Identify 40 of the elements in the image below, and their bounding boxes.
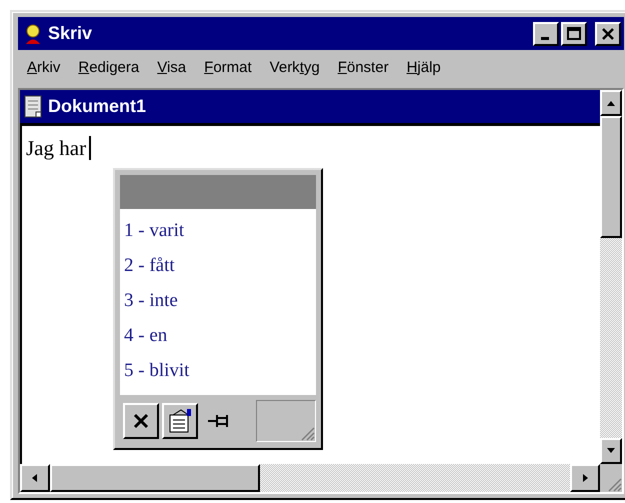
minimize-button[interactable] [533,22,559,46]
scroll-right-button[interactable] [570,464,600,492]
menu-item[interactable]: Hjälp [400,58,448,76]
menu-item[interactable]: Redigera [71,58,146,76]
close-icon [601,26,615,40]
properties-button[interactable] [162,403,198,439]
scroll-up-button[interactable] [600,90,622,116]
document-title: Dokument1 [48,96,146,117]
clipboard-icon [167,408,193,434]
menu-item[interactable]: Fönster [330,58,396,76]
maximize-button[interactable] [561,22,587,46]
resize-grip-icon[interactable] [606,476,622,492]
maximize-icon [567,26,581,40]
scroll-thumb[interactable] [600,116,622,238]
suggestion-item[interactable]: 1 - varit [124,213,316,248]
menu-item[interactable]: Arkiv [20,58,68,76]
menu-item[interactable]: Format [197,58,259,76]
scroll-left-button[interactable] [20,464,50,492]
document-text: Jag har [26,136,92,160]
right-arrow-icon [580,473,590,483]
suggestion-item[interactable]: 4 - en [124,318,316,353]
minimize-icon [540,36,548,40]
suggestion-item[interactable]: 3 - inte [124,283,316,318]
left-arrow-icon [30,473,40,483]
close-button[interactable] [123,403,159,439]
suggestion-item[interactable]: 5 - blivit [124,353,316,388]
document-icon [24,94,44,118]
window-title: Skriv [48,23,94,44]
close-button[interactable] [595,22,621,46]
menu-item[interactable]: Visa [150,58,194,76]
scroll-down-button[interactable] [600,438,622,464]
menu-item[interactable]: Verktyg [262,58,327,76]
vertical-scrollbar[interactable] [600,90,622,464]
scroll-thumb[interactable] [50,464,260,492]
resize-grip[interactable] [256,400,316,442]
horizontal-scrollbar[interactable] [20,464,600,492]
resize-grip-icon[interactable] [299,425,315,441]
close-icon [132,412,150,430]
app-icon [24,22,42,44]
suggestion-item[interactable]: 2 - fått [124,248,316,283]
